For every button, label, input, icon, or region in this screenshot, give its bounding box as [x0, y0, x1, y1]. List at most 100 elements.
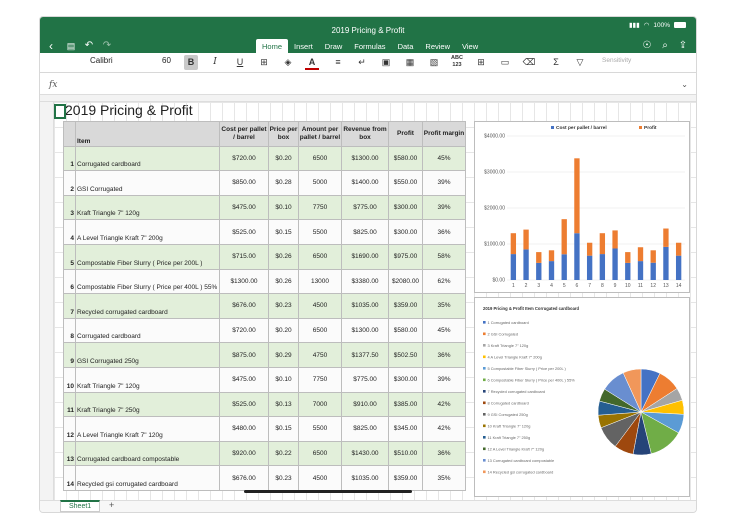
- item-cell[interactable]: A Level Triangle Kraft 7" 200g: [75, 219, 220, 245]
- item-cell[interactable]: Kraft Triangle 7" 120g: [75, 366, 220, 393]
- margin-cell[interactable]: 58%: [422, 243, 466, 270]
- clear-icon[interactable]: ⌫: [522, 55, 536, 70]
- row-number[interactable]: 14: [63, 465, 76, 491]
- header-price[interactable]: Price per box: [268, 121, 299, 147]
- merge-icon[interactable]: ▣: [379, 55, 393, 70]
- margin-cell[interactable]: 36%: [422, 440, 466, 467]
- amount-cell[interactable]: 6500: [298, 243, 342, 270]
- pie-chart[interactable]: 2019 Pricing & Profit Item Corrugated ca…: [474, 297, 690, 497]
- revenue-cell[interactable]: $910.00: [341, 391, 389, 418]
- back-icon[interactable]: ‹: [44, 39, 58, 53]
- profit-cell[interactable]: $502.50: [388, 342, 423, 368]
- item-cell[interactable]: Compostable Fiber Slurry ( Price per 200…: [75, 243, 220, 270]
- revenue-cell[interactable]: $1377.50: [341, 342, 389, 368]
- redo-icon[interactable]: ↷: [100, 39, 114, 53]
- tab-review[interactable]: Review: [419, 39, 456, 54]
- amount-cell[interactable]: 7750: [298, 366, 342, 393]
- conditional-format-icon[interactable]: ▧: [427, 55, 441, 70]
- margin-cell[interactable]: 42%: [422, 416, 466, 442]
- wrap-text-icon[interactable]: ↵: [355, 55, 369, 70]
- item-cell[interactable]: Corrugated cardboard: [75, 317, 220, 344]
- row-number[interactable]: 7: [63, 293, 76, 319]
- tab-data[interactable]: Data: [392, 39, 420, 54]
- cost-cell[interactable]: $1300.00: [219, 268, 269, 295]
- font-color-icon[interactable]: A: [305, 55, 319, 70]
- profit-cell[interactable]: $550.00: [388, 170, 423, 196]
- profit-cell[interactable]: $975.00: [388, 243, 423, 270]
- header-amount[interactable]: Amount per pallet / barrel: [298, 121, 342, 147]
- header-cost[interactable]: Cost per pallet / barrel: [219, 121, 269, 147]
- font-name-select[interactable]: Calibri: [90, 56, 113, 65]
- margin-cell[interactable]: 45%: [422, 317, 466, 344]
- price-cell[interactable]: $0.13: [268, 391, 299, 418]
- file-icon[interactable]: ▤: [64, 39, 78, 53]
- item-cell[interactable]: Corrugated cardboard compostable: [75, 440, 220, 467]
- fx-icon[interactable]: fx: [49, 80, 57, 90]
- revenue-cell[interactable]: $775.00: [341, 366, 389, 393]
- cost-cell[interactable]: $715.00: [219, 243, 269, 270]
- amount-cell[interactable]: 4500: [298, 465, 342, 491]
- item-cell[interactable]: Corrugated cardboard: [75, 145, 220, 172]
- header-margin[interactable]: Profit margin: [422, 121, 466, 147]
- margin-cell[interactable]: 36%: [422, 342, 466, 368]
- item-cell[interactable]: Recycled corrugated cardboard: [75, 293, 220, 319]
- number-format-icon[interactable]: ▦: [403, 55, 417, 70]
- header-revenue[interactable]: Revenue from box: [341, 121, 389, 147]
- sheet-title[interactable]: 2019 Pricing & Profit: [65, 102, 193, 118]
- revenue-cell[interactable]: $3380.00: [341, 268, 389, 295]
- price-cell[interactable]: $0.15: [268, 219, 299, 245]
- row-number[interactable]: 5: [63, 243, 76, 270]
- home-indicator[interactable]: [244, 490, 412, 493]
- profit-cell[interactable]: $385.00: [388, 391, 423, 418]
- item-cell[interactable]: Recycled gsi corrugated cardboard: [75, 465, 220, 491]
- profit-cell[interactable]: $359.00: [388, 465, 423, 491]
- italic-button[interactable]: I: [208, 55, 222, 70]
- column-headers[interactable]: [40, 95, 696, 102]
- lightbulb-icon[interactable]: ☉: [640, 39, 654, 53]
- item-cell[interactable]: GSI Corrugated: [75, 170, 220, 196]
- amount-cell[interactable]: 7000: [298, 391, 342, 418]
- selected-cell[interactable]: [54, 104, 66, 119]
- item-cell[interactable]: Kraft Triangle 7" 250g: [75, 391, 220, 418]
- cost-cell[interactable]: $475.00: [219, 194, 269, 221]
- row-number[interactable]: 6: [63, 268, 76, 295]
- revenue-cell[interactable]: $825.00: [341, 416, 389, 442]
- tab-formulas[interactable]: Formulas: [348, 39, 391, 54]
- item-cell[interactable]: Compostable Fiber Slurry ( Price per 400…: [75, 268, 220, 295]
- price-cell[interactable]: $0.23: [268, 293, 299, 319]
- price-cell[interactable]: $0.20: [268, 317, 299, 344]
- bold-button[interactable]: B: [184, 55, 198, 70]
- profit-cell[interactable]: $300.00: [388, 366, 423, 393]
- insert-cells-icon[interactable]: ⊞: [474, 55, 488, 70]
- price-cell[interactable]: $0.10: [268, 194, 299, 221]
- sort-filter-icon[interactable]: ▽: [573, 55, 587, 70]
- format-cells-icon[interactable]: ▭: [498, 55, 512, 70]
- tab-home[interactable]: Home: [256, 39, 289, 54]
- margin-cell[interactable]: 39%: [422, 194, 466, 221]
- cost-cell[interactable]: $676.00: [219, 465, 269, 491]
- fill-color-icon[interactable]: ◈: [281, 55, 295, 70]
- tab-draw[interactable]: Draw: [319, 39, 349, 54]
- revenue-cell[interactable]: $1035.00: [341, 293, 389, 319]
- revenue-cell[interactable]: $1300.00: [341, 317, 389, 344]
- revenue-cell[interactable]: $775.00: [341, 194, 389, 221]
- header-profit[interactable]: Profit: [388, 121, 423, 147]
- amount-cell[interactable]: 13000: [298, 268, 342, 295]
- revenue-cell[interactable]: $1035.00: [341, 465, 389, 491]
- share-icon[interactable]: ⇪: [676, 39, 690, 53]
- header-item[interactable]: Item: [75, 121, 220, 147]
- amount-cell[interactable]: 5500: [298, 416, 342, 442]
- price-cell[interactable]: $0.15: [268, 416, 299, 442]
- underline-button[interactable]: U: [233, 55, 247, 70]
- item-cell[interactable]: Kraft Triangle 7" 120g: [75, 194, 220, 221]
- price-cell[interactable]: $0.20: [268, 145, 299, 172]
- price-cell[interactable]: $0.23: [268, 465, 299, 491]
- row-number[interactable]: 4: [63, 219, 76, 245]
- row-number[interactable]: 2: [63, 170, 76, 196]
- row-number[interactable]: 13: [63, 440, 76, 467]
- profit-cell[interactable]: $580.00: [388, 145, 423, 172]
- align-icon[interactable]: ≡: [331, 55, 345, 70]
- margin-cell[interactable]: 42%: [422, 391, 466, 418]
- row-headers[interactable]: [40, 102, 54, 500]
- cost-cell[interactable]: $525.00: [219, 219, 269, 245]
